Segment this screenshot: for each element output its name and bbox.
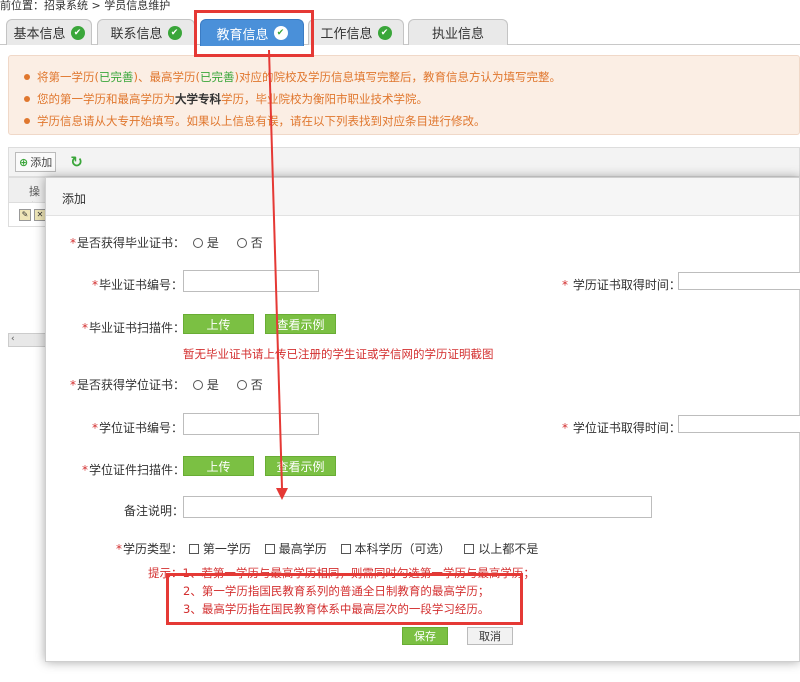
table-row: ✎ ✕: [8, 203, 48, 227]
cancel-button[interactable]: 取消: [467, 627, 513, 645]
refresh-icon[interactable]: ↻: [70, 153, 83, 171]
checkbox-none-label: 以上都不是: [478, 542, 539, 556]
radio-yes-label: 是: [206, 236, 219, 250]
tab-label: 执业信息: [431, 27, 484, 42]
has-degree-label: 是否获得学位证书：: [77, 378, 186, 392]
check-circle-icon: ✔: [273, 26, 288, 40]
radio-degree-no[interactable]: [236, 380, 247, 390]
required-mark: *: [70, 378, 76, 392]
edu-type-label: 学历类型：: [123, 542, 184, 556]
checkbox-first-degree[interactable]: [188, 544, 199, 554]
edu-cert-time-input[interactable]: [678, 272, 800, 290]
tab-education-info[interactable]: 教育信息 ✔: [200, 19, 304, 46]
radio-no-label: 否: [250, 236, 263, 250]
check-circle-icon: ✔: [167, 25, 182, 40]
grad-cert-no-input[interactable]: [183, 270, 319, 292]
remark-input[interactable]: [183, 496, 652, 518]
checkbox-highest-degree[interactable]: [264, 544, 275, 554]
grid-toolbar: ⊕ 添加 ↻: [8, 147, 800, 177]
radio-grad-cert-no[interactable]: [236, 238, 247, 248]
grad-scan-label: *毕业证书扫描件：: [82, 321, 186, 335]
has-grad-cert-label: 是否获得毕业证书：: [77, 236, 186, 250]
checkbox-none[interactable]: [464, 544, 475, 554]
required-mark: *: [116, 542, 122, 556]
degree-no-label: *学位证书编号：: [92, 421, 184, 435]
degree-scan-label: *学位证件扫描件：: [82, 463, 186, 477]
tab-contact-info[interactable]: 联系信息 ✔: [97, 19, 195, 45]
grad-view-sample-button[interactable]: 查看示例: [265, 314, 336, 334]
tab-work-info[interactable]: 工作信息 ✔: [308, 19, 404, 45]
checkbox-bachelor-label: 本科学历（可选）: [354, 542, 451, 556]
tip-line-3: 3、最高学历指在国民教育体系中最高层次的一段学习经历。: [183, 602, 490, 616]
radio-grad-cert-yes[interactable]: [192, 238, 203, 248]
add-button-label: 添加: [30, 156, 53, 169]
grid-header-action: 操作: [8, 177, 48, 203]
radio-yes-label: 是: [206, 378, 219, 392]
save-button[interactable]: 保存: [402, 627, 448, 645]
add-button[interactable]: ⊕ 添加: [15, 152, 57, 172]
tab-label: 基本信息: [13, 27, 66, 42]
has-degree-row: *是否获得学位证书： 是 否: [70, 376, 263, 393]
degree-view-sample-button[interactable]: 查看示例: [265, 456, 336, 476]
checkbox-bachelor[interactable]: [340, 544, 351, 554]
dialog-title: 添加: [46, 178, 799, 216]
tab-label: 联系信息: [110, 27, 163, 42]
remark-label: 备注说明：: [124, 504, 185, 518]
required-mark: *: [70, 236, 76, 250]
tip-line-1: 提示：1、若第一学历与最高学历相同，则需同时勾选第一学历与最高学历；: [148, 566, 535, 580]
horizontal-scrollbar[interactable]: ‹: [8, 333, 48, 347]
notice-line-2: 您的第一学历和最高学历为大学专科学历，毕业院校为衡阳市职业技术学院。: [24, 88, 799, 110]
notice-line-3: 学历信息请从大专开始填写。如果以上信息有误，请在以下列表找到对应条目进行修改。: [24, 110, 799, 132]
has-grad-cert-row: *是否获得毕业证书： 是 否: [70, 234, 263, 251]
degree-upload-button[interactable]: 上传: [183, 456, 254, 476]
breadcrumb: 前位置：招录系统 > 学员信息维护: [0, 0, 171, 12]
tab-basic-info[interactable]: 基本信息 ✔: [6, 19, 92, 45]
degree-time-input[interactable]: [678, 415, 800, 433]
degree-no-input[interactable]: [183, 413, 319, 435]
notice-line-1: 将第一学历(已完善)、最高学历(已完善)对应的院校及学历信息填写完整后，教育信息…: [24, 66, 799, 88]
edit-icon[interactable]: ✎: [19, 208, 31, 221]
checkbox-highest-label: 最高学历: [278, 542, 327, 556]
radio-no-label: 否: [250, 378, 263, 392]
tab-label: 工作信息: [320, 27, 373, 42]
check-circle-icon: ✔: [70, 25, 85, 40]
checkbox-first-label: 第一学历: [202, 542, 251, 556]
tab-practice-info[interactable]: 执业信息: [408, 19, 508, 45]
notice-panel: 将第一学历(已完善)、最高学历(已完善)对应的院校及学历信息填写完整后，教育信息…: [8, 55, 800, 135]
grad-cert-no-label: *毕业证书编号：: [92, 278, 184, 292]
tab-bar: 基本信息 ✔ 联系信息 ✔ 教育信息 ✔ 工作信息 ✔ 执业信息: [0, 19, 800, 46]
tab-label: 教育信息: [216, 27, 269, 43]
plus-circle-icon: ⊕: [19, 155, 29, 169]
edu-cert-time-label: * 学历证书取得时间：: [562, 278, 681, 292]
degree-time-label: * 学位证书取得时间：: [562, 421, 681, 435]
radio-degree-yes[interactable]: [192, 380, 203, 390]
no-cert-hint: 暂无毕业证书请上传已注册的学生证或学信网的学历证明截图: [183, 347, 494, 361]
tip-line-2: 2、第一学历指国民教育系列的普通全日制教育的最高学历；: [183, 584, 490, 598]
check-circle-icon: ✔: [377, 25, 392, 40]
grad-upload-button[interactable]: 上传: [183, 314, 254, 334]
edu-type-row: *学历类型： 第一学历 最高学历 本科学历（可选） 以上都不是: [116, 540, 538, 557]
add-education-dialog: 添加 *是否获得毕业证书： 是 否 *毕业证书编号： * 学历证书取得时间： *…: [45, 177, 800, 662]
